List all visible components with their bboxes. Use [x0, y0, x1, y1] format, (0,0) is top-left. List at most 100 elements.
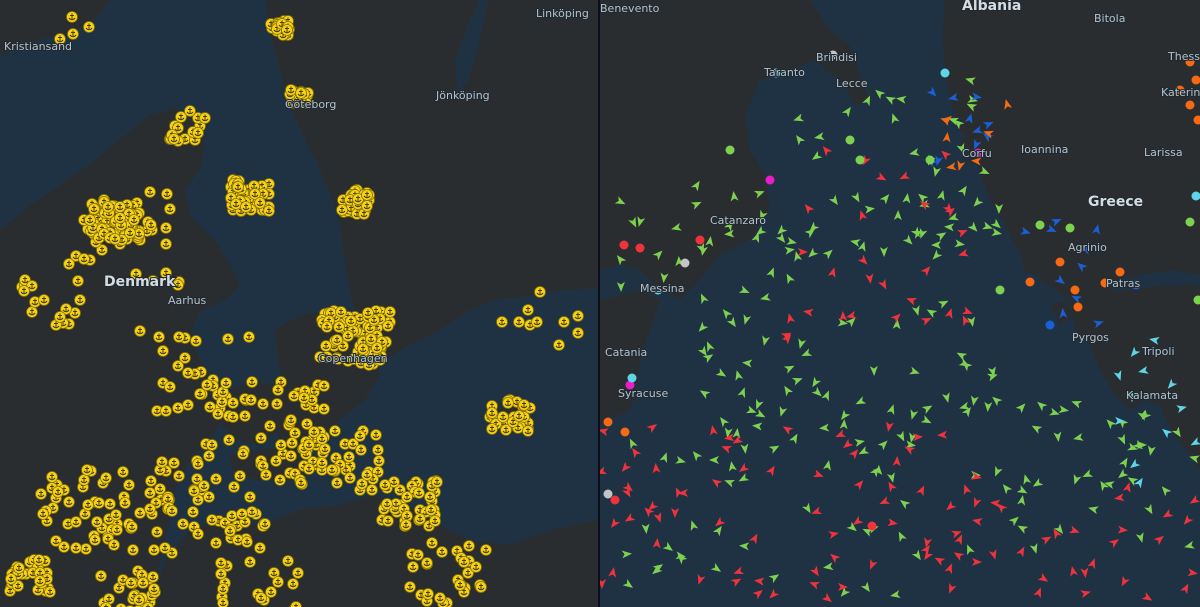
anchor-icon[interactable] [160, 222, 172, 234]
anchor-icon[interactable] [172, 360, 184, 372]
anchor-icon[interactable] [26, 306, 38, 318]
anchor-icon[interactable] [173, 331, 185, 343]
anchor-icon[interactable] [257, 398, 269, 410]
vessel-marker[interactable] [845, 135, 855, 145]
anchor-icon[interactable] [232, 181, 244, 193]
anchor-icon[interactable] [255, 592, 267, 604]
anchor-icon[interactable] [263, 205, 275, 217]
anchor-icon[interactable] [66, 11, 78, 23]
anchor-icon[interactable] [254, 542, 266, 554]
anchor-icon[interactable] [134, 325, 146, 337]
anchor-icon[interactable] [147, 571, 159, 583]
anchor-icon[interactable] [361, 469, 373, 481]
anchor-icon[interactable] [265, 586, 277, 598]
anchor-icon[interactable] [151, 526, 163, 538]
anchor-icon[interactable] [223, 434, 235, 446]
anchor-icon[interactable] [210, 473, 222, 485]
anchor-icon[interactable] [240, 201, 252, 213]
anchor-icon[interactable] [144, 186, 156, 198]
anchor-icon[interactable] [104, 498, 116, 510]
vessel-marker[interactable] [1045, 320, 1055, 330]
anchor-icon[interactable] [164, 381, 176, 393]
anchor-icon[interactable] [148, 544, 160, 556]
anchor-icon[interactable] [108, 539, 120, 551]
anchor-icon[interactable] [153, 331, 165, 343]
anchor-icon[interactable] [236, 508, 248, 520]
vessel-marker[interactable] [603, 489, 613, 499]
vessel-marker[interactable] [867, 521, 877, 531]
anchor-icon[interactable] [70, 542, 82, 554]
anchor-icon[interactable] [160, 238, 172, 250]
vessel-marker[interactable] [940, 68, 950, 78]
anchor-icon[interactable] [572, 327, 584, 339]
anchor-icon[interactable] [58, 541, 70, 553]
anchor-icon[interactable] [100, 472, 112, 484]
anchor-icon[interactable] [184, 105, 196, 117]
anchor-icon[interactable] [201, 379, 213, 391]
anchor-icon[interactable] [365, 333, 377, 345]
anchor-icon[interactable] [173, 470, 185, 482]
anchor-icon[interactable] [289, 427, 301, 439]
anchor-icon[interactable] [553, 339, 565, 351]
vessel-marker[interactable] [1073, 302, 1083, 312]
anchor-icon[interactable] [52, 486, 64, 498]
anchor-icon[interactable] [413, 487, 425, 499]
anchor-icon[interactable] [316, 457, 328, 469]
anchor-icon[interactable] [13, 562, 25, 574]
anchor-icon[interactable] [216, 396, 228, 408]
anchor-icon[interactable] [145, 475, 157, 487]
anchor-icon[interactable] [480, 544, 492, 556]
anchor-icon[interactable] [379, 479, 391, 491]
vessel-marker[interactable] [925, 155, 935, 165]
anchor-icon[interactable] [382, 320, 394, 332]
anchor-icon[interactable] [114, 212, 126, 224]
anchor-icon[interactable] [70, 516, 82, 528]
anchor-icon[interactable] [425, 504, 437, 516]
anchor-icon[interactable] [271, 398, 283, 410]
anchor-icon[interactable] [215, 557, 227, 569]
vessel-marker[interactable] [1025, 277, 1035, 287]
anchor-icon[interactable] [292, 567, 304, 579]
anchor-icon[interactable] [127, 544, 139, 556]
anchor-icon[interactable] [188, 485, 200, 497]
anchor-icon[interactable] [177, 518, 189, 530]
anchor-icon[interactable] [91, 516, 103, 528]
anchor-icon[interactable] [372, 444, 384, 456]
anchor-icon[interactable] [172, 402, 184, 414]
anchor-icon[interactable] [486, 407, 498, 419]
anchor-icon[interactable] [321, 321, 333, 333]
anchor-icon[interactable] [513, 316, 525, 328]
anchor-icon[interactable] [226, 510, 238, 522]
anchor-icon[interactable] [237, 448, 249, 460]
anchor-icon[interactable] [37, 508, 49, 520]
anchor-icon[interactable] [161, 188, 173, 200]
anchor-icon[interactable] [109, 233, 121, 245]
vessel-marker[interactable] [635, 243, 645, 253]
anchor-icon[interactable] [125, 577, 137, 589]
anchor-icon[interactable] [513, 410, 525, 422]
anchor-icon[interactable] [128, 214, 140, 226]
anchor-icon[interactable] [320, 340, 332, 352]
anchor-icon[interactable] [470, 561, 482, 573]
anchor-icon[interactable] [199, 112, 211, 124]
anchor-icon[interactable] [192, 127, 204, 139]
anchor-icon[interactable] [18, 285, 30, 297]
vessel-marker[interactable] [995, 285, 1005, 295]
anchor-icon[interactable] [400, 519, 412, 531]
anchor-icon[interactable] [381, 498, 393, 510]
anchor-icon[interactable] [206, 439, 218, 451]
anchor-icon[interactable] [166, 505, 178, 517]
anchor-icon[interactable] [244, 556, 256, 568]
anchor-icon[interactable] [82, 499, 94, 511]
anchor-icon[interactable] [83, 21, 95, 33]
anchor-icon[interactable] [287, 578, 299, 590]
vessel-marker[interactable] [680, 258, 690, 268]
anchor-icon[interactable] [272, 576, 284, 588]
anchor-icon[interactable] [436, 546, 448, 558]
anchor-icon[interactable] [370, 429, 382, 441]
anchor-icon[interactable] [244, 491, 256, 503]
anchor-icon[interactable] [159, 542, 171, 554]
anchor-icon[interactable] [182, 399, 194, 411]
anchor-icon[interactable] [246, 376, 258, 388]
anchor-icon[interactable] [84, 214, 96, 226]
